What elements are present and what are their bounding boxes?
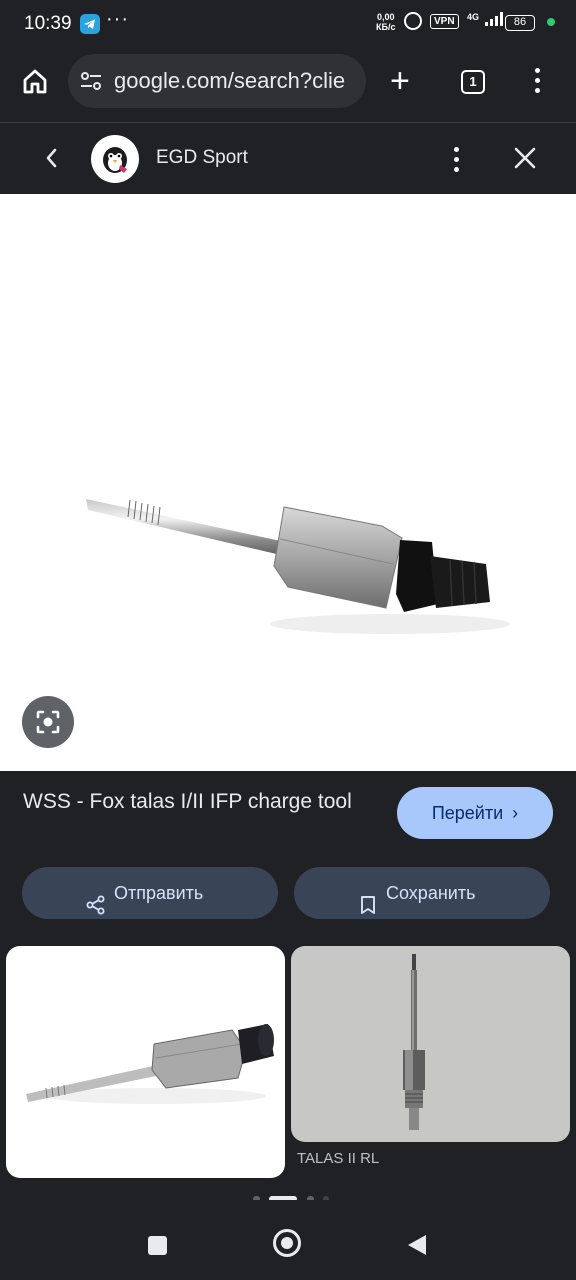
related-image-caption[interactable]: TALAS II RL <box>297 1150 379 1167</box>
speed-unit: КБ/с <box>376 22 396 32</box>
related-image[interactable] <box>6 946 285 1178</box>
home-nav-icon[interactable] <box>273 1229 301 1257</box>
recents-icon[interactable] <box>148 1236 167 1255</box>
status-bar: 10:39 ··· 0,00 КБ/с VPN 4G 86 <box>0 0 576 48</box>
new-tab-icon[interactable]: + <box>390 64 410 98</box>
chevron-right-icon: › <box>512 803 519 823</box>
network-type: 4G <box>467 12 480 22</box>
image-viewer-header: EGD Sport <box>0 122 576 195</box>
back-nav-icon[interactable] <box>406 1233 428 1262</box>
save-button[interactable]: Сохранить <box>294 867 550 919</box>
close-icon[interactable] <box>514 147 536 169</box>
url-text[interactable]: google.com/search?clie <box>114 68 360 94</box>
google-lens-icon[interactable] <box>22 696 74 748</box>
more-options-icon[interactable] <box>453 147 459 175</box>
telegram-icon <box>80 14 100 34</box>
back-arrow-icon[interactable] <box>42 145 62 171</box>
site-logo <box>91 135 139 183</box>
browser-toolbar: google.com/search?clie + 1 <box>0 48 576 120</box>
speed-value: 0,00 <box>376 12 395 22</box>
related-image[interactable] <box>291 946 570 1142</box>
signal-icon: 4G <box>467 12 505 26</box>
goto-button[interactable]: Перейти › <box>397 787 553 839</box>
home-icon[interactable] <box>20 66 50 96</box>
privacy-indicator-icon <box>547 18 555 26</box>
site-name: EGD Sport <box>156 147 248 168</box>
save-button-label: Сохранить <box>386 883 476 903</box>
browser-menu-icon[interactable] <box>534 68 540 96</box>
related-image-product-1 <box>26 1024 274 1104</box>
address-bar[interactable]: google.com/search?clie <box>68 54 366 108</box>
goto-button-label: Перейти <box>431 803 504 823</box>
more-notifications-icon: ··· <box>106 8 129 30</box>
network-speed: 0,00 КБ/с <box>376 12 395 32</box>
tab-switcher-button[interactable]: 1 <box>461 70 485 94</box>
site-settings-icon[interactable] <box>80 71 102 91</box>
system-navigation-bar <box>0 1200 576 1280</box>
status-time: 10:39 <box>24 13 72 34</box>
main-image[interactable] <box>0 194 576 771</box>
bookmark-icon <box>358 883 378 914</box>
related-image-product-2 <box>403 954 425 1130</box>
alarm-icon <box>404 12 422 30</box>
vpn-badge: VPN <box>430 14 459 29</box>
share-button[interactable]: Отправить <box>22 867 278 919</box>
product-image <box>86 499 510 634</box>
share-button-label: Отправить <box>114 883 204 903</box>
share-icon <box>86 883 106 915</box>
battery-icon: 86 <box>505 15 535 31</box>
battery-level: 86 <box>513 16 527 28</box>
result-title[interactable]: WSS - Fox talas I/II IFP charge tool <box>23 788 363 816</box>
